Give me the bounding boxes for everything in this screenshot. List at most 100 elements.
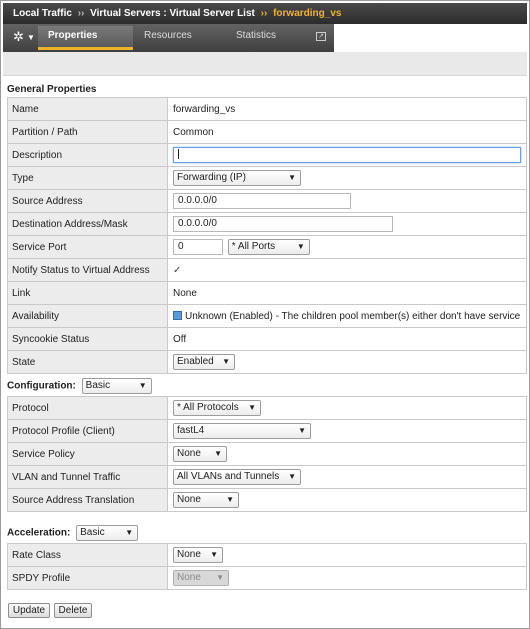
state-select[interactable]: Enabled ▼ <box>173 354 235 370</box>
availability-label: Availability <box>7 304 168 328</box>
service-port-select[interactable]: * All Ports ▼ <box>227 239 310 255</box>
general-properties-heading: General Properties <box>7 84 97 95</box>
configuration-mode-select[interactable]: Basic ▼ <box>81 378 152 394</box>
table-row: VLAN and Tunnel Traffic All VLANs and Tu… <box>7 465 527 489</box>
destination-input[interactable]: 0.0.0.0/0 <box>173 216 393 232</box>
source-address-cell: 0.0.0.0/0 <box>167 189 527 213</box>
rate-class-select[interactable]: None ▼ <box>173 547 223 563</box>
spdy-select: None ▼ <box>173 570 229 586</box>
vlan-select-value: All VLANs and Tunnels <box>177 471 280 482</box>
delete-button[interactable]: Delete <box>54 603 92 618</box>
chevron-down-icon: ▼ <box>125 528 134 537</box>
table-row: Notify Status to Virtual Address ✓ <box>7 258 527 282</box>
description-input[interactable] <box>173 147 521 163</box>
chevron-down-icon: ▼ <box>298 426 306 435</box>
spdy-label: SPDY Profile <box>7 566 168 590</box>
table-row: Availability Unknown (Enabled) - The chi… <box>7 304 527 328</box>
name-value: forwarding_vs <box>167 97 527 121</box>
table-row: Protocol Profile (Client) fastL4 ▼ <box>7 419 527 443</box>
destination-label: Destination Address/Mask <box>7 212 168 236</box>
source-address-input[interactable]: 0.0.0.0/0 <box>173 193 351 209</box>
protocol-cell: * All Protocols ▼ <box>167 396 527 420</box>
protocol-profile-label: Protocol Profile (Client) <box>7 419 168 443</box>
chevron-down-icon: ▼ <box>288 472 296 481</box>
vlan-cell: All VLANs and Tunnels ▼ <box>167 465 527 489</box>
service-port-label: Service Port <box>7 235 168 259</box>
service-port-input[interactable]: 0 <box>173 239 223 255</box>
source-address-label: Source Address <box>7 189 168 213</box>
notify-checkbox[interactable]: ✓ <box>173 265 183 276</box>
chevron-down-icon: ▼ <box>138 381 147 390</box>
chevron-down-icon: ▼ <box>226 495 234 504</box>
vlan-select[interactable]: All VLANs and Tunnels ▼ <box>173 469 301 485</box>
tab-resources[interactable]: Resources <box>134 26 225 50</box>
service-policy-label: Service Policy <box>7 442 168 466</box>
service-policy-select[interactable]: None ▼ <box>173 446 227 462</box>
table-row: State Enabled ▼ <box>7 350 527 374</box>
breadcrumb-virtual-server-list[interactable]: Virtual Servers : Virtual Server List <box>90 8 255 19</box>
chevron-down-icon: ▼ <box>296 242 305 251</box>
protocol-profile-select[interactable]: fastL4 ▼ <box>173 423 311 439</box>
breadcrumb-local-traffic[interactable]: Local Traffic <box>13 8 72 19</box>
service-port-select-value: * All Ports <box>231 241 276 252</box>
page-frame: Local Traffic ›› Virtual Servers : Virtu… <box>0 0 530 629</box>
acceleration-mode-select[interactable]: Basic ▼ <box>76 525 139 541</box>
protocol-select[interactable]: * All Protocols ▼ <box>173 400 261 416</box>
acceleration-heading-row: Acceleration: Basic ▼ <box>7 525 139 541</box>
state-select-value: Enabled <box>177 356 214 367</box>
table-row: Source Address 0.0.0.0/0 <box>7 189 527 213</box>
service-port-cell: 0 * All Ports ▼ <box>167 235 527 259</box>
table-row: Name forwarding_vs <box>7 97 527 121</box>
spdy-cell: None ▼ <box>167 566 527 590</box>
link-label: Link <box>7 281 168 305</box>
type-cell: Forwarding (IP) ▼ <box>167 166 527 190</box>
table-row: Destination Address/Mask 0.0.0.0/0 <box>7 212 527 236</box>
general-properties-table: Name forwarding_vs Partition / Path Comm… <box>7 97 527 374</box>
configuration-heading: Configuration: <box>7 380 76 392</box>
protocol-profile-select-value: fastL4 <box>177 425 205 436</box>
tab-bar: ✲ ▼ Properties Resources Statistics ↗ <box>3 24 527 52</box>
gear-icon: ✲ <box>13 29 24 44</box>
table-row: Protocol * All Protocols ▼ <box>7 396 527 420</box>
destination-cell: 0.0.0.0/0 <box>167 212 527 236</box>
text-cursor <box>178 149 179 160</box>
service-policy-cell: None ▼ <box>167 442 527 466</box>
protocol-select-value: * All Protocols <box>177 402 239 413</box>
chevron-down-icon: ▼ <box>214 449 222 458</box>
update-button[interactable]: Update <box>8 603 50 618</box>
table-row: Partition / Path Common <box>7 120 527 144</box>
snat-label: Source Address Translation <box>7 488 168 512</box>
protocol-label: Protocol <box>7 396 168 420</box>
chevron-down-icon: ▼ <box>248 403 256 412</box>
configuration-heading-row: Configuration: Basic ▼ <box>7 378 152 394</box>
settings-menu-button[interactable]: ✲ ▼ <box>5 27 35 49</box>
table-row: Service Port 0 * All Ports ▼ <box>7 235 527 259</box>
breadcrumb-separator: ›› <box>260 8 268 19</box>
availability-cell: Unknown (Enabled) - The children pool me… <box>167 304 527 328</box>
state-cell: Enabled ▼ <box>167 350 527 374</box>
tab-properties[interactable]: Properties <box>38 26 133 50</box>
acceleration-heading: Acceleration: <box>7 527 71 539</box>
type-select[interactable]: Forwarding (IP) ▼ <box>173 170 301 186</box>
snat-cell: None ▼ <box>167 488 527 512</box>
acceleration-table: Rate Class None ▼ SPDY Profile None ▼ <box>7 543 527 590</box>
table-row: Rate Class None ▼ <box>7 543 527 567</box>
table-row: SPDY Profile None ▼ <box>7 566 527 590</box>
popout-icon[interactable]: ↗ <box>316 32 326 41</box>
vlan-label: VLAN and Tunnel Traffic <box>7 465 168 489</box>
breadcrumb-separator: ›› <box>77 8 85 19</box>
snat-select[interactable]: None ▼ <box>173 492 239 508</box>
link-value: None <box>167 281 527 305</box>
type-select-value: Forwarding (IP) <box>177 172 246 183</box>
acceleration-mode-value: Basic <box>80 527 105 538</box>
snat-select-value: None <box>177 494 201 505</box>
chevron-down-icon: ▼ <box>27 33 35 42</box>
chevron-down-icon: ▼ <box>210 550 218 559</box>
description-cell <box>167 143 527 167</box>
syncookie-value: Off <box>167 327 527 351</box>
service-policy-select-value: None <box>177 448 201 459</box>
chevron-down-icon: ▼ <box>288 173 296 182</box>
toolbar-band <box>3 52 527 76</box>
partition-value: Common <box>167 120 527 144</box>
breadcrumb-current: forwarding_vs <box>273 8 342 19</box>
